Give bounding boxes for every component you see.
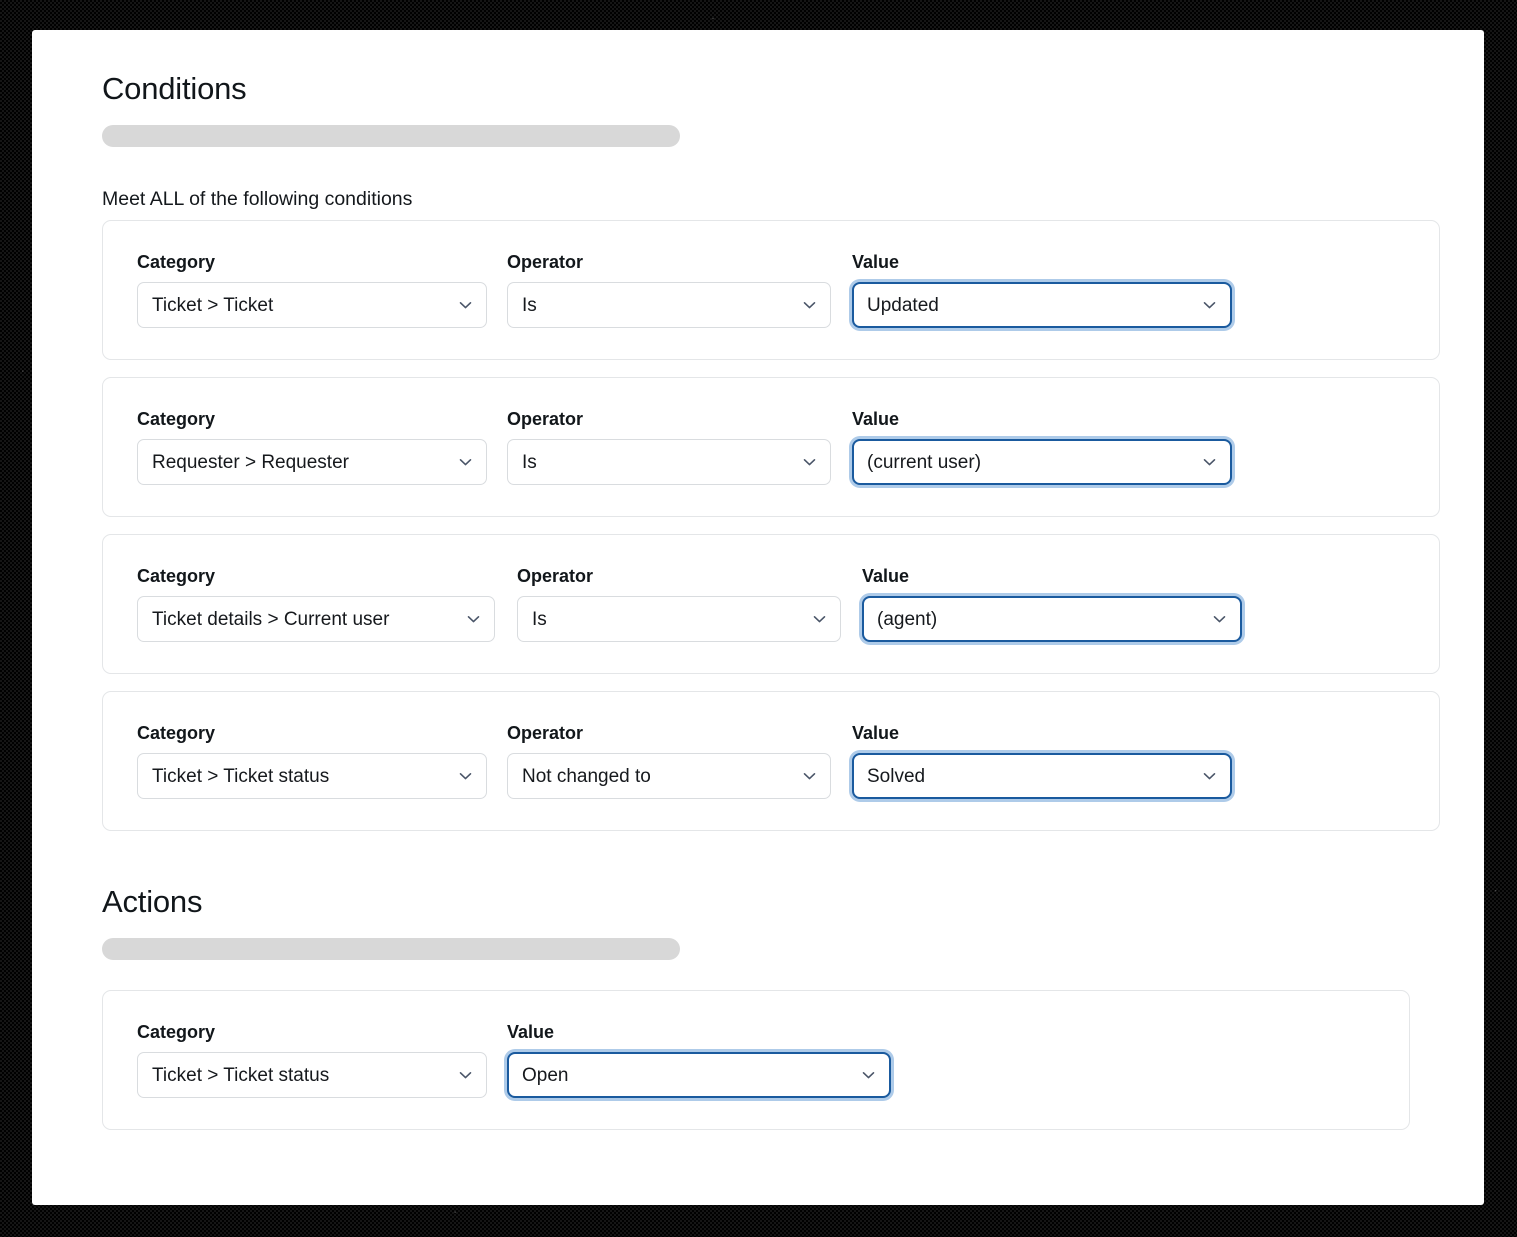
action-row: Category Ticket > Ticket status Value Op… xyxy=(102,990,1410,1130)
condition-operator-field: Operator Not changed to xyxy=(507,724,831,799)
chevron-down-icon xyxy=(801,768,818,785)
condition-value-label: Value xyxy=(852,409,900,429)
condition-operator-label: Operator xyxy=(507,252,584,272)
conditions-heading: Conditions xyxy=(102,71,247,106)
condition-value-select[interactable]: Updated xyxy=(852,282,1232,328)
chevron-down-icon xyxy=(1201,768,1218,785)
action-value-value: Open xyxy=(522,1064,569,1086)
condition-operator-value: Not changed to xyxy=(522,765,651,787)
condition-value-label: Value xyxy=(852,252,900,272)
condition-value-label: Value xyxy=(852,723,900,743)
condition-category-value: Ticket > Ticket status xyxy=(152,765,330,787)
condition-category-select[interactable]: Requester > Requester xyxy=(137,439,487,485)
chevron-down-icon xyxy=(801,297,818,314)
condition-value-field: Value (agent) xyxy=(862,567,1242,642)
chevron-down-icon xyxy=(457,454,474,471)
condition-value-value: (current user) xyxy=(867,451,982,473)
chevron-down-icon xyxy=(457,1067,474,1084)
action-value-field: Value Open xyxy=(507,1023,891,1098)
condition-value-value: Solved xyxy=(867,765,926,787)
condition-operator-field: Operator Is xyxy=(507,253,831,328)
condition-value-value: Updated xyxy=(867,294,939,316)
condition-category-select[interactable]: Ticket > Ticket status xyxy=(137,753,487,799)
condition-row: Category Ticket details > Current user O… xyxy=(102,534,1440,674)
condition-value-select[interactable]: (current user) xyxy=(852,439,1232,485)
condition-value-value: (agent) xyxy=(877,608,938,630)
condition-operator-value: Is xyxy=(532,608,547,630)
condition-row: Category Ticket > Ticket status Operator… xyxy=(102,691,1440,831)
condition-category-field: Category Ticket > Ticket xyxy=(137,253,487,328)
action-value-select[interactable]: Open xyxy=(507,1052,891,1098)
actions-heading: Actions xyxy=(102,884,203,919)
condition-row: Category Ticket > Ticket Operator Is Val… xyxy=(102,220,1440,360)
condition-category-label: Category xyxy=(137,252,216,272)
condition-category-field: Category Requester > Requester xyxy=(137,410,487,485)
action-category-field: Category Ticket > Ticket status xyxy=(137,1023,487,1098)
chevron-down-icon xyxy=(457,297,474,314)
condition-value-select[interactable]: (agent) xyxy=(862,596,1242,642)
action-category-value: Ticket > Ticket status xyxy=(152,1064,330,1086)
action-category-select[interactable]: Ticket > Ticket status xyxy=(137,1052,487,1098)
condition-value-label: Value xyxy=(862,566,910,586)
condition-operator-select[interactable]: Is xyxy=(507,439,831,485)
action-category-label: Category xyxy=(137,1022,216,1042)
condition-value-field: Value Updated xyxy=(852,253,1232,328)
chevron-down-icon xyxy=(801,454,818,471)
actions-skeleton-bar xyxy=(102,938,680,960)
condition-operator-field: Operator Is xyxy=(507,410,831,485)
condition-operator-value: Is xyxy=(522,451,537,473)
condition-operator-label: Operator xyxy=(517,566,594,586)
condition-category-label: Category xyxy=(137,566,216,586)
action-value-label: Value xyxy=(507,1022,555,1042)
chevron-down-icon xyxy=(1211,611,1228,628)
conditions-match-label: Meet ALL of the following conditions xyxy=(102,188,413,210)
condition-operator-label: Operator xyxy=(507,409,584,429)
condition-operator-label: Operator xyxy=(507,723,584,743)
condition-operator-field: Operator Is xyxy=(517,567,841,642)
chevron-down-icon xyxy=(457,768,474,785)
condition-category-select[interactable]: Ticket > Ticket xyxy=(137,282,487,328)
chevron-down-icon xyxy=(860,1067,877,1084)
condition-category-field: Category Ticket > Ticket status xyxy=(137,724,487,799)
chevron-down-icon xyxy=(1201,454,1218,471)
condition-category-value: Ticket details > Current user xyxy=(152,608,390,630)
condition-operator-select[interactable]: Is xyxy=(507,282,831,328)
condition-value-select[interactable]: Solved xyxy=(852,753,1232,799)
condition-value-field: Value (current user) xyxy=(852,410,1232,485)
condition-category-value: Requester > Requester xyxy=(152,451,349,473)
chevron-down-icon xyxy=(465,611,482,628)
condition-row: Category Requester > Requester Operator … xyxy=(102,377,1440,517)
condition-operator-value: Is xyxy=(522,294,537,316)
condition-value-field: Value Solved xyxy=(852,724,1232,799)
condition-category-value: Ticket > Ticket xyxy=(152,294,274,316)
condition-category-field: Category Ticket details > Current user xyxy=(137,567,495,642)
chevron-down-icon xyxy=(1201,297,1218,314)
conditions-skeleton-bar xyxy=(102,125,680,147)
chevron-down-icon xyxy=(811,611,828,628)
condition-category-label: Category xyxy=(137,723,216,743)
condition-operator-select[interactable]: Not changed to xyxy=(507,753,831,799)
condition-category-select[interactable]: Ticket details > Current user xyxy=(137,596,495,642)
rule-editor-page: Conditions Meet ALL of the following con… xyxy=(32,30,1484,1205)
condition-category-label: Category xyxy=(137,409,216,429)
condition-operator-select[interactable]: Is xyxy=(517,596,841,642)
